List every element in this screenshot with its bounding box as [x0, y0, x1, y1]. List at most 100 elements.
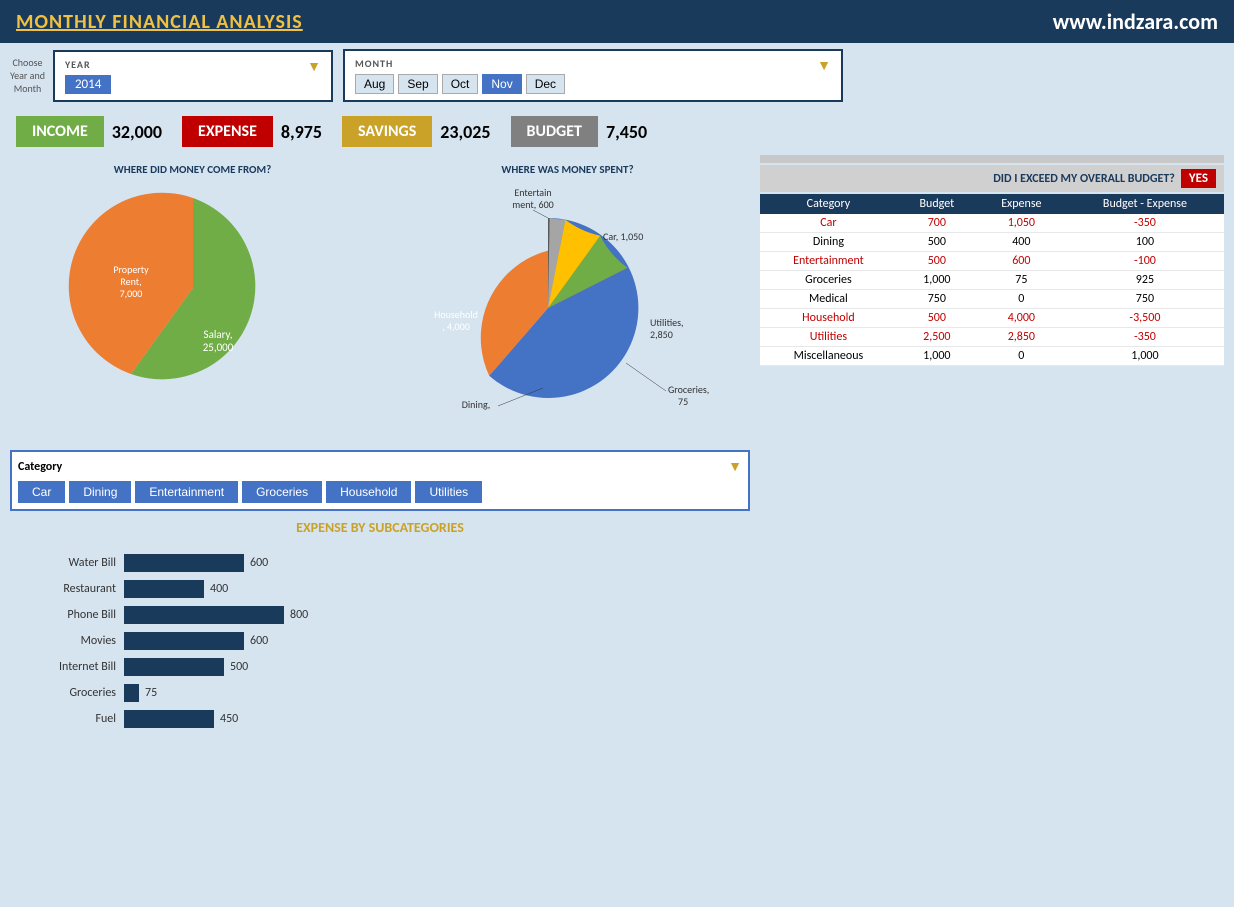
budget-header-category: Category [760, 194, 897, 214]
month-btn-nov[interactable]: Nov [482, 74, 521, 94]
savings-label: SAVINGS [342, 116, 432, 147]
budget-category: Utilities [760, 328, 897, 347]
charts-row: WHERE DID MONEY COME FROM? Salary, 25,00… [10, 155, 750, 442]
bar-row: Internet Bill500 [26, 658, 734, 676]
salary-label: Salary, [203, 328, 232, 341]
budget-expense: 0 [977, 290, 1066, 309]
income-summary: INCOME 32,000 [16, 116, 162, 147]
month-btn-aug[interactable]: Aug [355, 74, 394, 94]
bar-chart-section: Water Bill 600 Restaurant400 Phone Bill 800 M… [10, 544, 750, 746]
budget-diff: -350 [1066, 214, 1224, 233]
expense-subcategories-title: EXPENSE BY SUBCATEGORIES [10, 511, 750, 540]
budget-amount: 1,000 [897, 347, 977, 366]
income-chart-title: WHERE DID MONEY COME FROM? [10, 159, 375, 178]
groceries-label: Groceries, [668, 383, 709, 396]
bar-fill [124, 606, 284, 624]
household-value: , 4,000 [442, 320, 470, 333]
bar-value: 800 [290, 608, 308, 622]
budget-category: Miscellaneous [760, 347, 897, 366]
table-row: Medical7500750 [760, 290, 1224, 309]
expense-label: EXPENSE [182, 116, 273, 147]
budget-expense: 1,050 [977, 214, 1066, 233]
subcategory-filter-icon[interactable]: ▼ [728, 458, 742, 475]
budget-header-budget: Budget [897, 194, 977, 214]
bar-fill [124, 684, 139, 702]
budget-diff: -350 [1066, 328, 1224, 347]
budget-table: CategoryBudgetExpenseBudget - ExpenseCar… [760, 194, 1224, 366]
bar-label: Movies [26, 634, 116, 648]
budget-expense: 600 [977, 252, 1066, 271]
bar-value: 400 [210, 582, 228, 596]
table-row: Groceries1,00075925 [760, 271, 1224, 290]
month-control: MONTH ▼ AugSepOctNovDec [343, 49, 843, 102]
bar-row: Water Bill 600 [26, 554, 734, 572]
subcat-btn-utilities[interactable]: Utilities [415, 481, 482, 503]
month-btn-dec[interactable]: Dec [526, 74, 565, 94]
subcat-btn-household[interactable]: Household [326, 481, 411, 503]
car-label: Car, 1,050 [603, 230, 643, 243]
budget-category: Medical [760, 290, 897, 309]
month-btn-oct[interactable]: Oct [442, 74, 479, 94]
income-value: 32,000 [112, 121, 162, 143]
right-panel: DID I EXCEED MY OVERALL BUDGET? YES Cate… [760, 155, 1224, 746]
budget-diff: -3,500 [1066, 309, 1224, 328]
subcat-btn-groceries[interactable]: Groceries [242, 481, 322, 503]
month-btn-sep[interactable]: Sep [398, 74, 437, 94]
bar-value: 600 [250, 634, 268, 648]
savings-value: 23,025 [440, 121, 490, 143]
table-row: Entertainment500600-100 [760, 252, 1224, 271]
bar-fill [124, 710, 214, 728]
subcat-btn-car[interactable]: Car [18, 481, 65, 503]
bar-value: 450 [220, 712, 238, 726]
salary-value: 25,000 [202, 341, 233, 354]
subcat-btn-entertainment[interactable]: Entertainment [135, 481, 238, 503]
main-content: WHERE DID MONEY COME FROM? Salary, 25,00… [0, 155, 1234, 756]
year-filter-icon[interactable]: ▼ [307, 58, 321, 75]
bar-row: Restaurant400 [26, 580, 734, 598]
bar-label: Phone Bill [26, 608, 116, 622]
left-panel: WHERE DID MONEY COME FROM? Salary, 25,00… [10, 155, 750, 746]
bar-label: Fuel [26, 712, 116, 726]
budget-diff: -100 [1066, 252, 1224, 271]
bar-label: Water Bill [26, 556, 116, 570]
entertainment-label2: ment, 600 [512, 198, 553, 211]
bar-fill [124, 580, 204, 598]
year-value[interactable]: 2014 [65, 75, 111, 94]
groceries-value: 75 [678, 395, 688, 408]
bar-row: Movies 600 [26, 632, 734, 650]
expense-pie-svg: Household , 4,000 Utilities, 2,850 Car, … [388, 178, 748, 438]
budget-category: Car [760, 214, 897, 233]
budget-amount: 500 [897, 233, 977, 252]
table-row: Utilities2,5002,850-350 [760, 328, 1224, 347]
income-label: INCOME [16, 116, 104, 147]
budget-diff: 750 [1066, 290, 1224, 309]
budget-diff: 100 [1066, 233, 1224, 252]
budget-amount: 750 [897, 290, 977, 309]
year-label: YEAR [65, 58, 91, 71]
bar-value: 75 [145, 686, 157, 700]
table-row: Miscellaneous1,00001,000 [760, 347, 1224, 366]
budget-label: BUDGET [511, 116, 598, 147]
budget-exceed-value: YES [1181, 169, 1216, 188]
budget-category: Groceries [760, 271, 897, 290]
expense-value: 8,975 [281, 121, 322, 143]
budget-amount: 2,500 [897, 328, 977, 347]
bar-row: Groceries75 [26, 684, 734, 702]
dining-label: Dining, [461, 398, 490, 411]
subcat-btn-dining[interactable]: Dining [69, 481, 131, 503]
summary-bar: INCOME 32,000 EXPENSE 8,975 SAVINGS 23,0… [0, 108, 1234, 155]
income-pie-svg: Salary, 25,000 Property Rent, 7,000 [43, 178, 343, 398]
website-label: www.indzara.com [1053, 8, 1218, 35]
month-label: MONTH [355, 57, 393, 70]
table-row: Car7001,050-350 [760, 214, 1224, 233]
budget-diff: 1,000 [1066, 347, 1224, 366]
choose-label: ChooseYear andMonth [10, 56, 45, 95]
subcategory-section: Category ▼ CarDiningEntertainmentGroceri… [10, 450, 750, 511]
expense-chart-title: WHERE WAS MONEY SPENT? [385, 159, 750, 178]
budget-expense: 0 [977, 347, 1066, 366]
month-filter-icon[interactable]: ▼ [817, 57, 831, 74]
subcategory-title-row: Category ▼ [18, 458, 742, 475]
bar-value: 600 [250, 556, 268, 570]
budget-category: Entertainment [760, 252, 897, 271]
table-row: Dining500400100 [760, 233, 1224, 252]
